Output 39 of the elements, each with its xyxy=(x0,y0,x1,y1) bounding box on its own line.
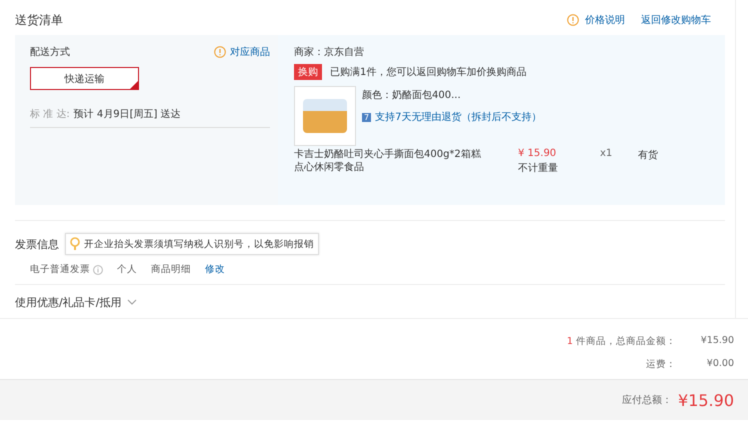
stock-status: 有货 xyxy=(638,149,658,163)
info-icon xyxy=(214,46,226,58)
return-policy-text: 支持7天无理由退货（拆封后不支持） xyxy=(375,110,542,124)
invoice-title: 发票信息 xyxy=(15,236,59,252)
quantity-text: x1 xyxy=(600,148,614,161)
subtotal-amount: ¥15.90 xyxy=(700,335,734,348)
eta-text: 预计 4月9日[周五] 送达 xyxy=(74,108,181,121)
chevron-down-icon xyxy=(127,299,138,306)
total-amount: ¥15.90 xyxy=(678,390,734,410)
invoice-content: 商品明细 xyxy=(151,263,191,276)
invoice-holder: 个人 xyxy=(117,263,137,276)
shipping-fee-label: 运费： xyxy=(646,358,676,371)
shipping-method-button[interactable]: 快递运输 xyxy=(30,67,139,90)
edit-invoice-link[interactable]: 修改 xyxy=(205,263,225,276)
price-info-link[interactable]: 价格说明 xyxy=(585,13,625,27)
shipping-label: 配送方式 xyxy=(30,46,70,59)
matching-items-link[interactable]: 对应商品 xyxy=(230,45,270,59)
shipping-fee-amount: ¥0.00 xyxy=(706,358,734,371)
back-to-cart-link[interactable]: 返回修改购物车 xyxy=(641,13,711,27)
merchant-text: 商家：京东自营 xyxy=(294,46,365,59)
variant-text: 颜色：奶酪面包400... xyxy=(362,88,462,102)
info-icon xyxy=(567,14,579,26)
total-label: 应付总额： xyxy=(622,394,672,407)
promo-text: 已购满1件，您可以返回购物车加价换购商品 xyxy=(330,66,526,79)
product-name[interactable]: 卡吉士奶酪吐司夹心手撕面包400g*2箱糕点心休闲零食品 xyxy=(294,148,484,175)
promo-tag: 换购 xyxy=(294,64,322,80)
selected-corner-icon xyxy=(130,81,138,89)
lightbulb-icon xyxy=(70,237,80,251)
weight-note: 不计重量 xyxy=(518,162,559,175)
product-price: ¥ 15.90 xyxy=(518,148,558,159)
item-count-text: 1 件商品，总商品金额： xyxy=(566,335,676,348)
section-title: 送货清单 xyxy=(15,12,63,28)
invoice-type: 电子普通发票 xyxy=(30,263,90,276)
eta-label: 标 准 达: xyxy=(30,108,70,121)
product-photo-placeholder[interactable] xyxy=(294,86,356,146)
invoice-tip-text: 开企业抬头发票须填写纳税人识别号，以免影响报销 xyxy=(84,238,314,250)
return-badge-icon: 7 xyxy=(362,112,372,122)
coupon-toggle[interactable]: 使用优惠/礼品卡/抵用 xyxy=(15,285,138,318)
info-icon xyxy=(93,264,103,274)
